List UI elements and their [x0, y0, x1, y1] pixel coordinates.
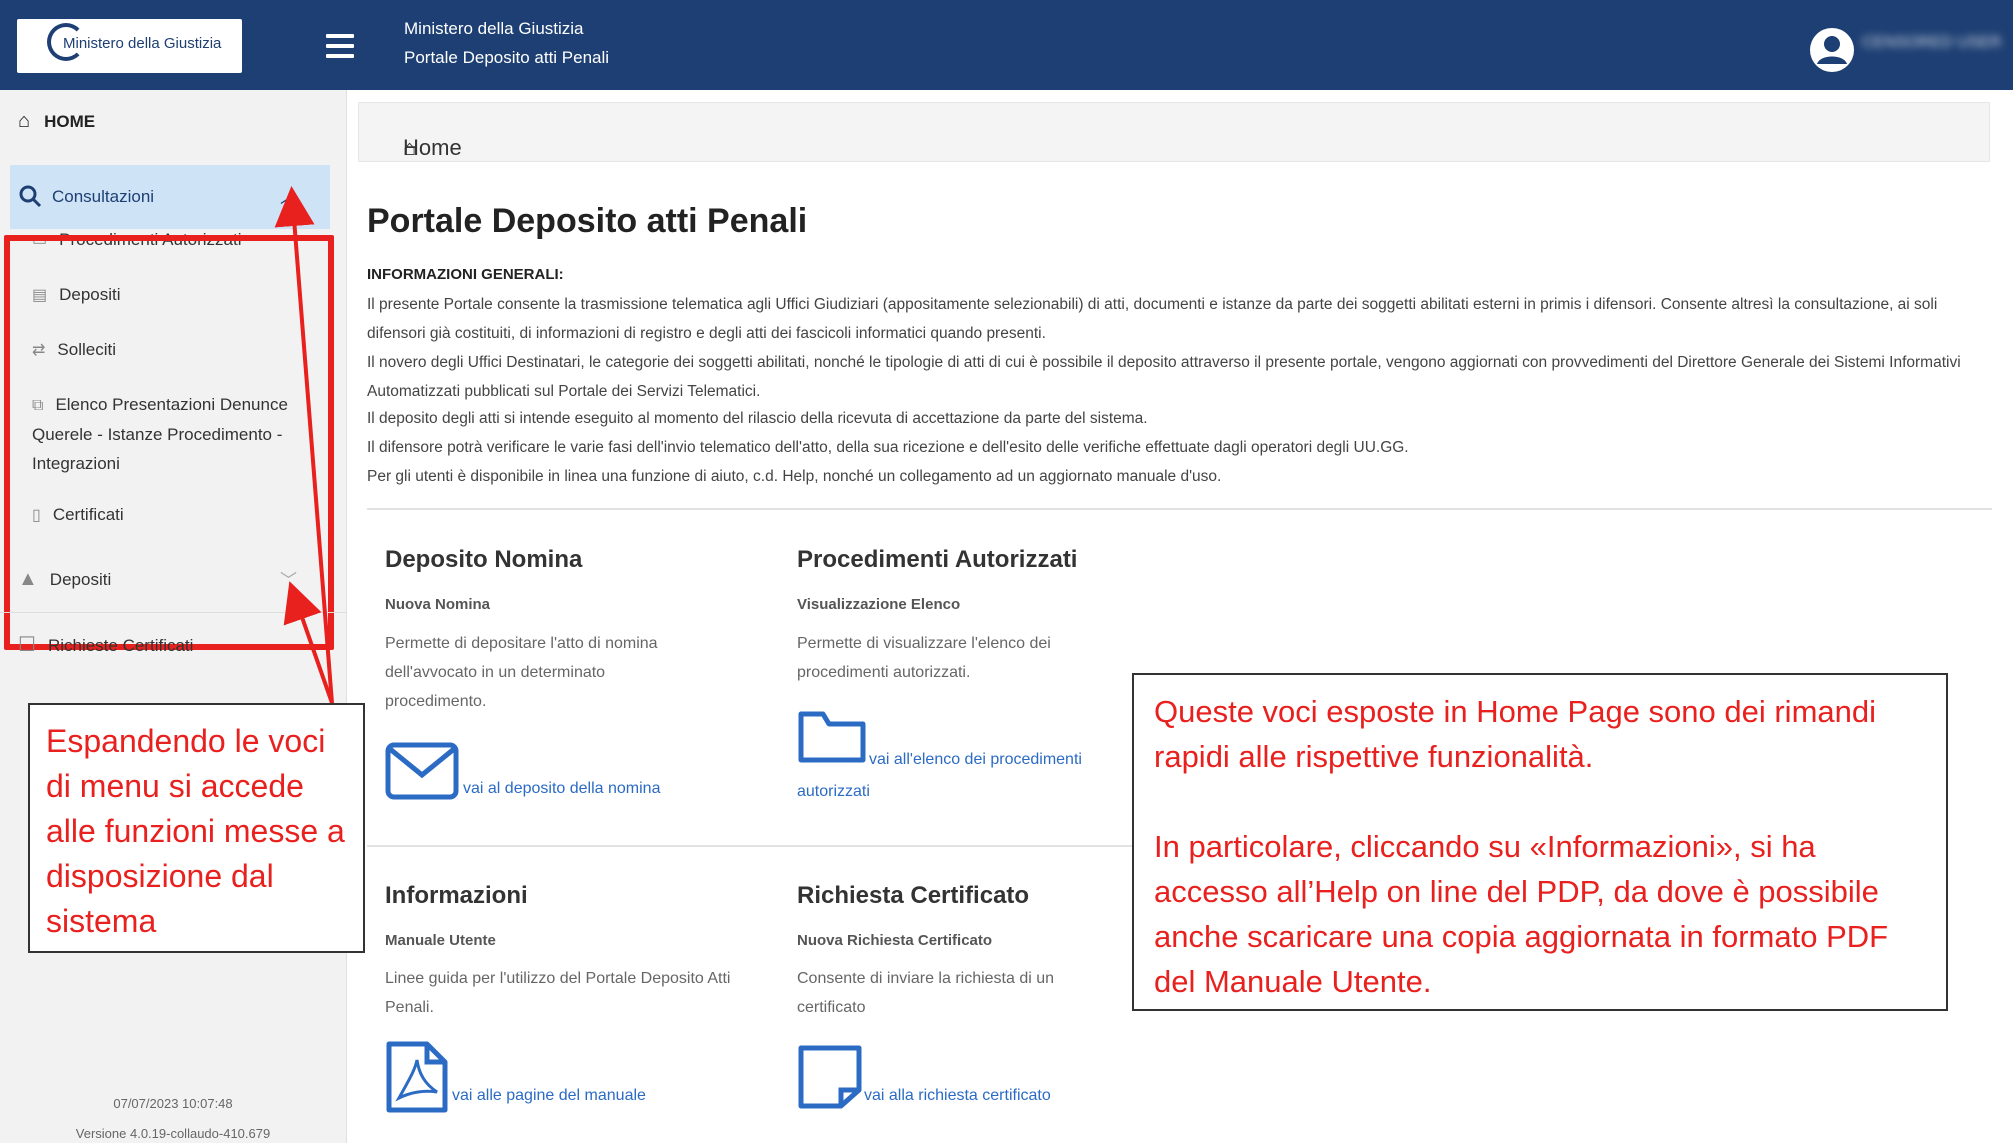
annotation-right: Queste voci esposte in Home Page sono de… — [1132, 673, 1948, 1011]
annotation-left: Espandendo le voci di menu si accede all… — [28, 703, 365, 953]
annotation-right-p1: Queste voci esposte in Home Page sono de… — [1154, 694, 1877, 774]
arrow-to-consultazioni — [274, 186, 334, 704]
annotation-right-p2: In particolare, cliccando su «Informazio… — [1154, 829, 1889, 999]
